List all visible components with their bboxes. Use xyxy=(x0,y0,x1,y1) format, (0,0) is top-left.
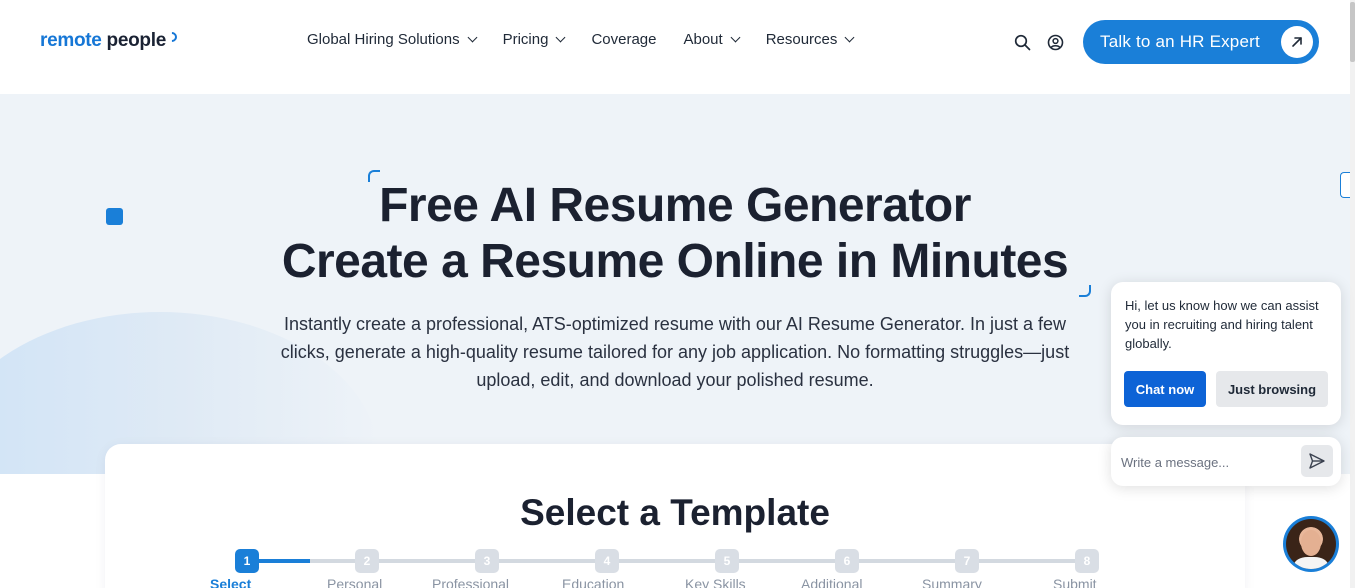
logo-text-people: people xyxy=(106,30,167,51)
chat-message-box xyxy=(1111,437,1341,486)
nav-global-hiring-solutions[interactable]: Global Hiring Solutions xyxy=(307,31,478,48)
step-label-1: Select xyxy=(210,576,252,588)
remote-people-logo[interactable]: remote people xyxy=(40,29,180,52)
step-label-2: Personal xyxy=(327,576,383,588)
send-icon xyxy=(1309,453,1325,469)
chevron-down-icon xyxy=(467,32,478,43)
chevron-down-icon xyxy=(730,32,741,43)
step-3[interactable]: 3 xyxy=(475,549,499,573)
nav-pricing[interactable]: Pricing xyxy=(502,31,566,48)
nav-resources[interactable]: Resources xyxy=(765,31,855,48)
hero-title-line-2: Create a Resume Online in Minutes xyxy=(281,235,1069,288)
progress-stepper: 1 2 3 4 5 6 7 8 xyxy=(235,549,1105,573)
template-card: Select a Template 1 2 3 4 5 6 7 8 Select… xyxy=(105,444,1245,588)
just-browsing-button[interactable]: Just browsing xyxy=(1216,371,1328,407)
step-label-3: Professional xyxy=(432,576,510,588)
main-nav: Global Hiring Solutions Pricing Coverage… xyxy=(307,31,880,48)
step-label-8: Submit xyxy=(1053,576,1097,588)
nav-label: Global Hiring Solutions xyxy=(307,31,460,48)
chat-now-button[interactable]: Chat now xyxy=(1124,371,1206,407)
nav-coverage[interactable]: Coverage xyxy=(591,31,656,48)
step-7[interactable]: 7 xyxy=(955,549,979,573)
page-scrollbar-thumb[interactable] xyxy=(1350,2,1355,62)
step-label-7: Summary xyxy=(922,576,982,588)
nav-label: About xyxy=(683,31,723,48)
chevron-down-icon xyxy=(555,32,566,43)
chat-greeting-message: Hi, let us know how we can assist you in… xyxy=(1125,298,1319,351)
decorative-square-icon xyxy=(106,208,123,225)
step-6[interactable]: 6 xyxy=(835,549,859,573)
hero-description: Instantly create a professional, ATS-opt… xyxy=(280,314,1070,390)
chevron-down-icon xyxy=(844,32,855,43)
chat-greeting-popup: Hi, let us know how we can assist you in… xyxy=(1111,282,1341,425)
hero-title-line-1: Free AI Resume Generator xyxy=(379,179,971,232)
site-header: remote people Global Hiring Solutions Pr… xyxy=(0,0,1350,94)
step-2[interactable]: 2 xyxy=(355,549,379,573)
agent-face xyxy=(1301,530,1321,556)
agent-photo xyxy=(1286,519,1336,569)
page-scrollbar-track[interactable] xyxy=(1350,0,1355,588)
nav-about[interactable]: About xyxy=(683,31,741,48)
cta-label: Talk to an HR Expert xyxy=(1100,32,1260,51)
user-account-icon[interactable] xyxy=(1047,34,1064,51)
step-label-5: Key Skills xyxy=(685,576,746,588)
step-label-6: Additional xyxy=(801,576,863,588)
send-message-button[interactable] xyxy=(1301,445,1333,477)
search-icon[interactable] xyxy=(1014,34,1031,51)
step-label-4: Education xyxy=(562,576,625,588)
chat-message-input[interactable] xyxy=(1121,449,1291,475)
arrow-up-right-icon xyxy=(1281,26,1313,58)
nav-label: Coverage xyxy=(591,31,657,48)
agent-shirt xyxy=(1294,557,1328,569)
talk-to-hr-expert-button[interactable]: Talk to an HR Expert xyxy=(1083,20,1319,64)
logo-arc-icon xyxy=(164,29,180,45)
step-8[interactable]: 8 xyxy=(1075,549,1099,573)
step-1[interactable]: 1 xyxy=(235,549,259,573)
logo-text-remote: remote xyxy=(40,30,102,51)
nav-label: Resources xyxy=(765,31,838,48)
step-4[interactable]: 4 xyxy=(595,549,619,573)
card-title: Select a Template xyxy=(520,492,830,533)
nav-label: Pricing xyxy=(502,31,549,48)
chat-agent-avatar[interactable] xyxy=(1283,516,1339,572)
step-5[interactable]: 5 xyxy=(715,549,739,573)
